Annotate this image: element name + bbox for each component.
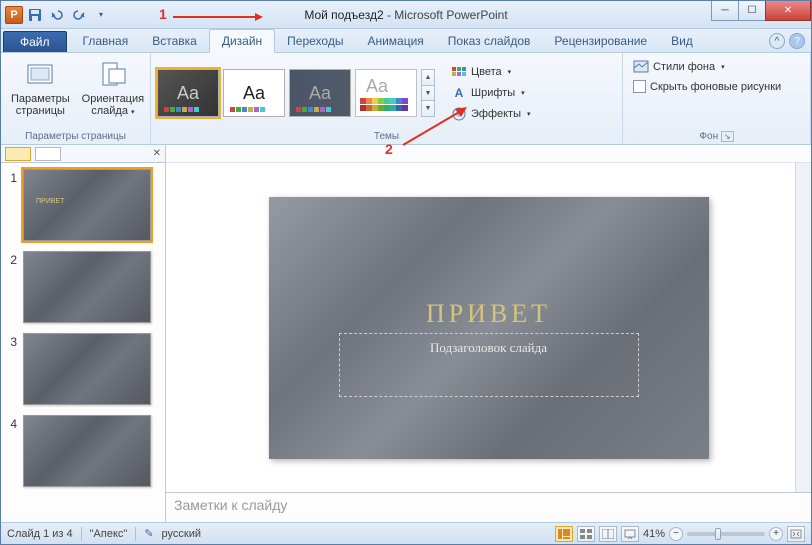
- theme-fonts-button[interactable]: A Шрифты▾: [447, 83, 535, 103]
- slide-subtitle-placeholder[interactable]: Подзаголовок слайда: [339, 333, 639, 397]
- thumb-number: 4: [5, 415, 17, 431]
- slideshow-view-button[interactable]: [621, 526, 639, 542]
- slide-thumb-1[interactable]: ПРИВЕТ: [23, 169, 151, 241]
- theme-thumb-apex[interactable]: Aa: [157, 69, 219, 117]
- vertical-scrollbar[interactable]: [795, 163, 811, 492]
- slide-thumb-4[interactable]: [23, 415, 151, 487]
- slide-thumbnails-pane: ✕ 1 ПРИВЕТ 2 3 4: [1, 145, 166, 522]
- group-label-themes: Темы: [157, 129, 616, 144]
- theme-colors-button[interactable]: Цвета▾: [447, 62, 535, 82]
- colors-icon: [451, 64, 467, 80]
- effects-icon: [451, 106, 467, 122]
- window-title: Мой подъезд2 - Microsoft PowerPoint: [304, 8, 507, 22]
- title-bar: P ▾ Мой подъезд2 - Microsoft PowerPoint …: [1, 1, 811, 29]
- theme-name-status: "Апекс": [90, 528, 128, 540]
- tab-transitions[interactable]: Переходы: [275, 30, 355, 52]
- ribbon-design: Параметры страницы Ориентация слайда ▾ П…: [1, 53, 811, 145]
- thumb-number: 2: [5, 251, 17, 267]
- thumb-number: 1: [5, 169, 17, 185]
- theme-gallery-up[interactable]: ▲: [422, 70, 434, 86]
- slide-counter: Слайд 1 из 4: [7, 528, 73, 540]
- qat-customize[interactable]: ▾: [91, 5, 111, 25]
- thumbnails-tab-slides[interactable]: [5, 147, 31, 161]
- zoom-out-button[interactable]: −: [669, 527, 683, 541]
- theme-gallery-more[interactable]: ▼: [422, 101, 434, 116]
- powerpoint-app-icon: P: [5, 6, 23, 24]
- tab-view[interactable]: Вид: [659, 30, 705, 52]
- fit-to-window-button[interactable]: [787, 526, 805, 542]
- checkbox-icon: [633, 80, 646, 93]
- spellcheck-icon[interactable]: ✎: [144, 527, 153, 540]
- tab-design[interactable]: Дизайн: [209, 29, 275, 53]
- theme-effects-button[interactable]: Эффекты▾: [447, 104, 535, 124]
- slide-thumb-2[interactable]: [23, 251, 151, 323]
- normal-view-button[interactable]: [555, 526, 573, 542]
- group-label-background: Фон ↘: [629, 129, 804, 144]
- group-label-page-setup: Параметры страницы: [7, 129, 144, 144]
- minimize-ribbon-button[interactable]: ^: [769, 33, 785, 49]
- maximize-button[interactable]: ☐: [738, 1, 766, 21]
- save-button[interactable]: [25, 5, 45, 25]
- theme-thumb-3[interactable]: Aa: [289, 69, 351, 117]
- hide-background-graphics-checkbox[interactable]: Скрыть фоновые рисунки: [629, 78, 785, 95]
- slide-title-text[interactable]: ПРИВЕТ: [269, 299, 709, 329]
- ribbon-tabs: Файл Главная Вставка Дизайн Переходы Ани…: [1, 29, 811, 53]
- slide-thumb-3[interactable]: [23, 333, 151, 405]
- language-status[interactable]: русский: [162, 528, 201, 540]
- thumb-number: 3: [5, 333, 17, 349]
- zoom-in-button[interactable]: +: [769, 527, 783, 541]
- current-slide[interactable]: ПРИВЕТ Подзаголовок слайда: [269, 197, 709, 459]
- page-setup-icon: [24, 59, 56, 91]
- fonts-icon: A: [451, 85, 467, 101]
- zoom-level[interactable]: 41%: [643, 528, 665, 540]
- slide-edit-area[interactable]: ПРИВЕТ Подзаголовок слайда: [166, 163, 811, 492]
- theme-thumb-office[interactable]: Aa: [223, 69, 285, 117]
- reading-view-button[interactable]: [599, 526, 617, 542]
- redo-button[interactable]: [69, 5, 89, 25]
- tab-file[interactable]: Файл: [3, 31, 67, 52]
- thumbnails-close-button[interactable]: ✕: [153, 148, 161, 159]
- tab-home[interactable]: Главная: [71, 30, 141, 52]
- undo-button[interactable]: [47, 5, 67, 25]
- tab-insert[interactable]: Вставка: [140, 30, 209, 52]
- tab-review[interactable]: Рецензирование: [542, 30, 659, 52]
- tab-animation[interactable]: Анимация: [355, 30, 435, 52]
- slide-orientation-button[interactable]: Ориентация слайда ▾: [78, 57, 148, 121]
- status-bar: Слайд 1 из 4 "Апекс" ✎ русский 41% − +: [1, 522, 811, 544]
- page-setup-button[interactable]: Параметры страницы: [7, 57, 74, 119]
- background-styles-button[interactable]: Стили фона▾: [629, 57, 785, 77]
- theme-thumb-4[interactable]: Aa: [355, 69, 417, 117]
- notes-pane[interactable]: Заметки к слайду: [166, 492, 811, 522]
- close-button[interactable]: ✕: [765, 1, 811, 21]
- orientation-icon: [97, 59, 129, 91]
- tab-slideshow[interactable]: Показ слайдов: [436, 30, 543, 52]
- sorter-view-button[interactable]: [577, 526, 595, 542]
- background-styles-icon: [633, 59, 649, 75]
- help-button[interactable]: ?: [789, 33, 805, 49]
- theme-gallery: Aa Aa Aa Aa: [157, 69, 435, 117]
- zoom-slider[interactable]: [687, 532, 765, 536]
- theme-gallery-down[interactable]: ▼: [422, 86, 434, 102]
- minimize-button[interactable]: ─: [711, 1, 739, 21]
- horizontal-ruler: [166, 145, 811, 163]
- thumbnails-tab-outline[interactable]: [35, 147, 61, 161]
